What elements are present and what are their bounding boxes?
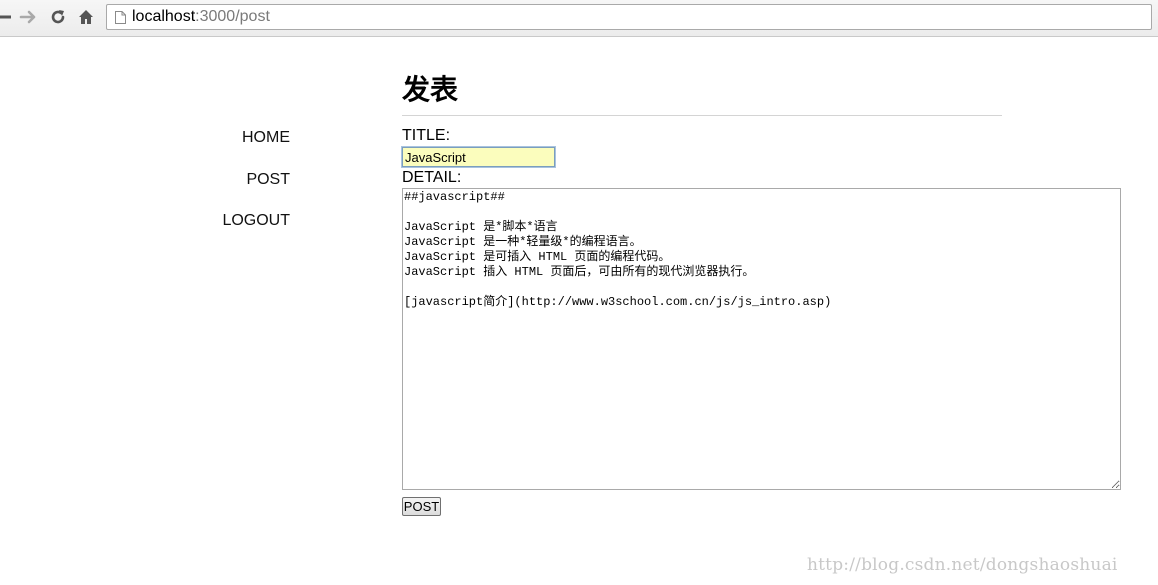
forward-arrow-icon[interactable] (18, 6, 40, 28)
title-label: TITLE: (402, 127, 451, 144)
heading-divider (402, 115, 1002, 116)
nav-logout-link[interactable]: LOGOUT (222, 211, 290, 231)
nav-home-link[interactable]: HOME (242, 128, 290, 148)
detail-textarea[interactable]: ##javascript## JavaScript 是*脚本*语言 JavaSc… (402, 188, 1121, 490)
detail-label: DETAIL: (402, 169, 462, 186)
nav-post-link[interactable]: POST (246, 170, 290, 190)
browser-toolbar: localhost:3000/post (0, 0, 1158, 37)
back-arrow-icon[interactable] (0, 6, 14, 28)
page-title: 发表 (402, 74, 459, 105)
address-bar[interactable]: localhost:3000/post (106, 4, 1152, 30)
watermark: http://blog.csdn.net/dongshaoshuai (807, 555, 1118, 575)
url-text: localhost:3000/post (132, 8, 270, 26)
post-submit-button[interactable]: POST (402, 497, 441, 516)
title-input[interactable] (401, 146, 556, 168)
url-path: :3000/post (195, 8, 270, 25)
home-icon[interactable] (75, 6, 97, 28)
url-host: localhost (132, 8, 196, 25)
page-icon (115, 11, 126, 29)
reload-icon[interactable] (47, 6, 69, 28)
